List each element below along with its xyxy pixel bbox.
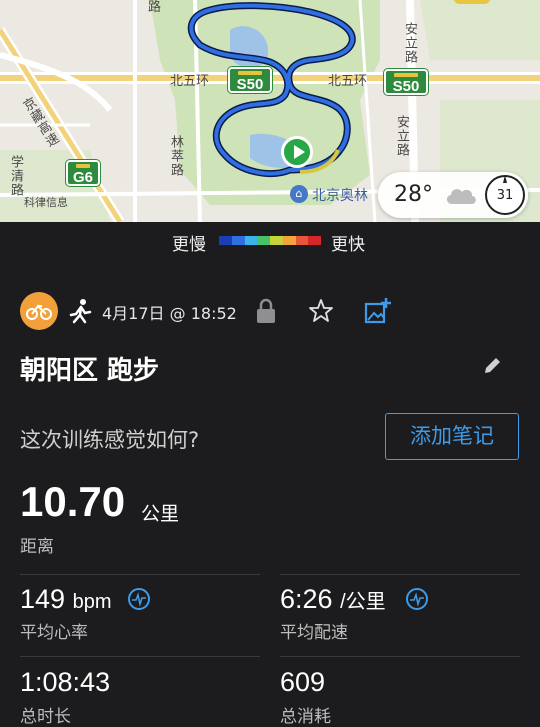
divider bbox=[20, 656, 260, 657]
heart-rate-label: 平均心率 bbox=[20, 623, 88, 643]
lock-icon[interactable] bbox=[256, 298, 276, 324]
edit-icon[interactable] bbox=[482, 356, 502, 376]
distance-unit: 公里 bbox=[141, 503, 180, 525]
activity-date: 4月17日 @ 18:52 bbox=[102, 304, 237, 323]
legend-swatch bbox=[270, 236, 283, 245]
road-label-top: 路 bbox=[148, 0, 162, 15]
road-label-anli: 安立路 bbox=[394, 115, 409, 157]
highway-shield-g6: G6 bbox=[66, 160, 100, 186]
legend-swatch bbox=[308, 236, 321, 245]
feel-question: 这次训练感觉如何? bbox=[20, 428, 200, 452]
cloud-icon bbox=[446, 189, 476, 204]
heart-rate-value: 149 bpm bbox=[20, 584, 111, 615]
legend-swatch bbox=[231, 236, 245, 245]
weather-widget[interactable]: 28° 31 bbox=[378, 172, 528, 218]
pace-number: 6:26 bbox=[280, 584, 333, 614]
start-marker-icon bbox=[281, 136, 313, 168]
calories-label: 总消耗 bbox=[280, 707, 331, 727]
road-label-xueqing: 学清路 bbox=[8, 155, 23, 197]
road-label-linsui: 林萃路 bbox=[168, 135, 183, 177]
divider bbox=[280, 574, 520, 575]
divider bbox=[20, 574, 260, 575]
legend-swatch bbox=[282, 236, 296, 245]
map-top-badge bbox=[454, 0, 490, 4]
weather-temperature: 28° bbox=[394, 182, 433, 207]
poi-label: 北京奥林 bbox=[312, 188, 368, 204]
speed-legend: 更慢 更快 bbox=[0, 222, 540, 258]
highway-shield-s50-right: S50 bbox=[384, 69, 428, 95]
bike-icon[interactable] bbox=[20, 292, 58, 330]
calories-value: 609 bbox=[280, 667, 326, 697]
heart-rate-unit: bpm bbox=[72, 591, 112, 613]
total-time-label: 总时长 bbox=[20, 707, 71, 727]
road-label-bottom-left: 科律信息 bbox=[24, 196, 68, 209]
legend-color-bar bbox=[219, 236, 321, 245]
legend-swatch bbox=[295, 236, 309, 245]
legend-slow-label: 更慢 bbox=[172, 235, 206, 255]
museum-icon: ⌂ bbox=[290, 185, 308, 203]
add-note-button[interactable]: 添加笔记 bbox=[385, 413, 519, 460]
total-time-value: 1:08:43 bbox=[20, 667, 111, 697]
legend-swatch bbox=[257, 236, 270, 245]
heart-rate-number: 149 bbox=[20, 584, 66, 614]
route-map[interactable]: 路 北五环 北五环 京藏高速 学清路 林萃路 安立路 安立路 科律信息 S50 … bbox=[0, 0, 540, 222]
road-label-ring-left: 北五环 bbox=[170, 74, 210, 89]
running-icon bbox=[69, 299, 92, 324]
distance-label: 距离 bbox=[20, 537, 54, 557]
pace-label: 平均配速 bbox=[280, 623, 348, 643]
heart-rate-chart-icon[interactable] bbox=[128, 588, 150, 610]
legend-swatch bbox=[219, 236, 232, 245]
pace-value: 6:26 /公里 bbox=[280, 584, 386, 615]
highway-shield-s50-left: S50 bbox=[228, 67, 272, 93]
compass-button[interactable]: 31 bbox=[485, 175, 525, 215]
star-icon[interactable] bbox=[308, 298, 334, 324]
pace-chart-icon[interactable] bbox=[406, 588, 428, 610]
pace-unit: /公里 bbox=[340, 591, 386, 613]
add-photo-icon[interactable] bbox=[364, 297, 392, 325]
road-label-ring-right: 北五环 bbox=[328, 74, 368, 89]
legend-fast-label: 更快 bbox=[331, 235, 365, 255]
road-label-anli-upper: 安立路 bbox=[402, 22, 417, 64]
divider bbox=[280, 656, 520, 657]
activity-title: 朝阳区 跑步 bbox=[20, 356, 160, 386]
distance-value: 10.70 bbox=[20, 478, 126, 525]
legend-swatch bbox=[244, 236, 258, 245]
